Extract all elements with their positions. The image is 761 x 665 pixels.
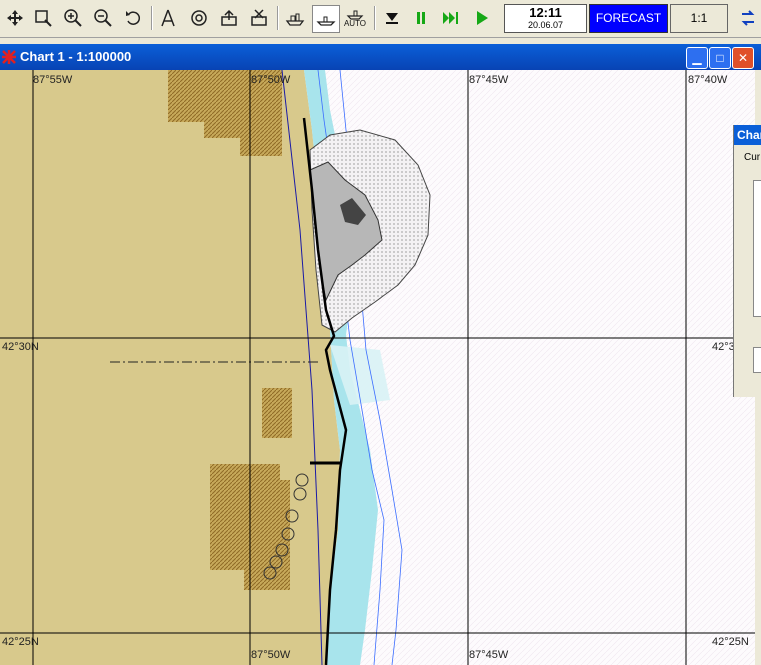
play-icon[interactable] <box>469 5 495 31</box>
chart-info-titlebar[interactable]: Char <box>734 125 761 145</box>
zoom-in-icon[interactable] <box>60 5 86 31</box>
sync-icon[interactable] <box>735 5 761 31</box>
lon-label-top: 87°50W <box>251 74 291 86</box>
zoom-window-icon[interactable] <box>30 5 56 31</box>
close-button[interactable]: ✕ <box>732 47 754 69</box>
ship-icon[interactable] <box>282 5 308 31</box>
target-icon[interactable] <box>186 5 212 31</box>
chart-info-field[interactable] <box>753 347 761 373</box>
ship-track-icon[interactable] <box>312 5 340 33</box>
lon-label-top: 87°40W <box>688 74 728 86</box>
scale-button[interactable]: 1:1 <box>670 4 728 33</box>
forecast-button[interactable]: FORECAST <box>589 4 668 33</box>
fast-forward-icon[interactable] <box>438 5 464 31</box>
clock-date: 20.06.07 <box>527 20 564 30</box>
move-icon[interactable] <box>2 5 28 31</box>
chart-info-list[interactable] <box>753 180 761 317</box>
pause-icon[interactable] <box>408 5 434 31</box>
lat-label-right: 42°3 <box>712 341 735 353</box>
ship-auto-icon[interactable]: AUTO <box>342 5 368 31</box>
chart-canvas[interactable]: 87°55W 87°50W 87°45W 87°40W 42°30N 42°3 … <box>0 70 755 665</box>
minimize-button[interactable]: ▁ <box>686 47 708 69</box>
chart-window-icon <box>2 50 16 64</box>
hatched-tract <box>262 388 292 438</box>
auto-label: AUTO <box>343 19 367 28</box>
maximize-button[interactable]: □ <box>709 47 731 69</box>
compass-icon[interactable] <box>155 5 181 31</box>
undo-icon[interactable] <box>120 5 146 31</box>
clock-time: 12:11 <box>529 5 562 20</box>
lat-label-left: 42°30N <box>2 341 39 353</box>
chart-info-window[interactable]: Char Cur <box>733 125 761 397</box>
lon-label-top: 87°45W <box>469 74 509 86</box>
chart-window-titlebar[interactable]: Chart 1 - 1:100000 ▁ □ ✕ <box>0 44 761 70</box>
export-icon[interactable] <box>216 5 242 31</box>
delete-icon[interactable] <box>246 5 272 31</box>
lat-label-left: 42°25N <box>2 636 39 648</box>
nautical-chart <box>0 70 755 665</box>
lon-label-bottom: 87°45W <box>469 649 509 661</box>
lon-label-top: 87°55W <box>33 74 73 86</box>
lon-label-bottom: 87°50W <box>251 649 291 661</box>
lat-label-right: 42°25N <box>712 636 749 648</box>
chart-info-label: Cur <box>744 152 761 163</box>
clock-display: 12:11 20.06.07 <box>504 4 587 33</box>
chart-window-title: Chart 1 - 1:100000 <box>20 49 132 64</box>
zoom-out-icon[interactable] <box>90 5 116 31</box>
toolbar: AUTO 12:11 20.06.07 FORECAST 1:1 <box>0 0 761 38</box>
stop-icon[interactable] <box>379 5 405 31</box>
